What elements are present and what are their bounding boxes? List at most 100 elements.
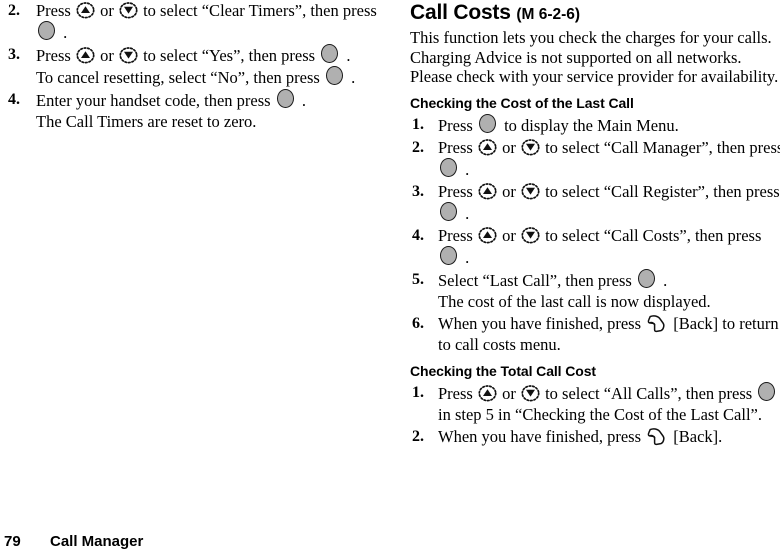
step-text: to select “Call Costs”, then press <box>540 225 762 245</box>
left-step-list: 2. Press or to select “Clear Timers”, the… <box>4 0 396 132</box>
step-item: 1. Press to display the Main Menu. <box>410 113 780 136</box>
page-title: Call Costs (M 6-2-6) <box>410 0 780 27</box>
select-key-body <box>440 157 457 177</box>
step-text: to select “All Calls”, then press <box>540 383 757 403</box>
intro-line: Please check with your service provider … <box>410 67 779 86</box>
step-text: Enter your handset code, then press <box>36 91 275 110</box>
step-text: Press <box>438 383 477 403</box>
select-key-body <box>276 89 294 108</box>
right-column: Call Costs (M 6-2-6) This function lets … <box>410 0 780 448</box>
nav-up-key-icon <box>76 47 95 64</box>
step-text: [Back]. <box>669 426 723 446</box>
step-text: When you have finished, press <box>438 426 646 446</box>
step-text: Press <box>438 181 477 201</box>
menu-reference: (M 6-2-6) <box>516 6 581 23</box>
left-column: 2. Press or to select “Clear Timers”, the… <box>4 0 396 133</box>
step-line: . <box>36 21 396 43</box>
select-key-icon <box>440 245 459 267</box>
select-key-body <box>478 113 496 133</box>
step-text: to select “Call Manager”, then press <box>540 137 780 157</box>
step-text: to select “Call Register”, then press <box>540 181 780 201</box>
step-number: 3. <box>412 182 424 200</box>
select-key-body <box>637 268 655 288</box>
select-key-icon <box>321 44 340 65</box>
step-text: to select “Yes”, then press <box>138 46 320 65</box>
step-number: 2. <box>412 427 424 445</box>
select-key-body <box>321 44 339 63</box>
step-line: Press or to select “Call Costs”, then pr… <box>438 225 780 246</box>
step-line: Press or to select “Yes”, then press . <box>36 44 396 66</box>
step-text: . <box>461 247 470 267</box>
step-number: 3. <box>8 46 20 63</box>
step-number: 5. <box>412 270 424 288</box>
section-heading: Checking the Total Call Cost <box>410 362 596 379</box>
manual-page: 2. Press or to select “Clear Timers”, the… <box>0 0 780 554</box>
step-item: 2. Press or to select “Call Manager”, the… <box>410 137 780 180</box>
step-item: 1. Press or to select “All Calls”, then p… <box>410 381 780 425</box>
section-heading: Checking the Cost of the Last Call <box>410 94 634 111</box>
soft-key-back-icon <box>647 314 667 333</box>
step-item: 3. Press or to select “Yes”, then press .… <box>4 44 396 88</box>
step-line: in step 5 in “Checking the Cost of the L… <box>438 404 780 425</box>
step-item: 4. Press or to select “Call Costs”, then … <box>410 225 780 268</box>
step-text: Press <box>438 225 477 245</box>
step-text: or <box>497 181 520 201</box>
step-number: 1. <box>412 115 424 133</box>
step-number: 2. <box>8 2 20 19</box>
step-text: Press <box>438 115 477 135</box>
nav-down-key-icon <box>521 138 540 156</box>
step-number: 4. <box>412 226 424 244</box>
step-text: The Call Timers are reset to zero. <box>36 112 257 131</box>
step-text: Press <box>36 46 75 65</box>
select-key-body <box>440 201 457 221</box>
select-key-body <box>440 245 457 265</box>
select-key-icon <box>758 381 777 403</box>
select-key-icon <box>478 113 498 135</box>
step-text: . <box>59 23 68 42</box>
page-footer: 79 Call Manager <box>0 530 780 554</box>
footer-page-number: 79 <box>4 533 21 550</box>
step-item: 4. Enter your handset code, then press .T… <box>4 89 396 132</box>
nav-up-key-icon <box>76 2 95 19</box>
step-line: The Call Timers are reset to zero. <box>36 111 396 132</box>
step-text: to select “Clear Timers”, then press <box>138 1 377 20</box>
select-key-icon <box>637 268 657 290</box>
step-item: 5. Select “Last Call”, then press . The co… <box>410 268 780 312</box>
sections-container: Checking the Cost of the Last Call 1. Pres… <box>410 94 780 447</box>
page-title-text: Call Costs <box>410 1 511 24</box>
nav-down-key-icon <box>119 47 138 64</box>
step-number: 1. <box>412 383 424 401</box>
footer-section-title: Call Manager <box>50 533 144 550</box>
step-number: 2. <box>412 138 424 156</box>
step-text: The cost of the last call is now display… <box>438 291 711 311</box>
select-key-icon <box>276 89 296 110</box>
select-key-icon <box>440 201 459 223</box>
nav-down-key-icon <box>521 384 540 402</box>
step-line: When you have finished, press [Back]. <box>438 426 780 447</box>
step-text: Select “Last Call”, then press <box>438 270 636 290</box>
step-text: or <box>95 1 118 20</box>
step-item: 3. Press or to select “Call Register”, th… <box>410 181 780 224</box>
select-key-body <box>325 66 343 85</box>
step-line: To cancel resetting, select “No”, then p… <box>36 66 396 88</box>
step-text: When you have finished, press <box>438 313 646 333</box>
step-line: Select “Last Call”, then press . <box>438 268 780 291</box>
step-text: . <box>342 46 351 65</box>
step-text: in step 5 in “Checking the Cost of the L… <box>438 404 762 424</box>
step-text: or <box>95 46 118 65</box>
step-text: to display the Main Menu. <box>499 115 679 135</box>
section-step-list: 1. Press to display the Main Menu. 2. Press… <box>410 113 780 355</box>
step-text: . <box>346 68 356 87</box>
step-text: . <box>658 270 668 290</box>
step-line: Press or to select “Clear Timers”, then … <box>36 0 396 21</box>
step-text: Press <box>36 1 75 20</box>
step-line: The cost of the last call is now display… <box>438 291 780 312</box>
select-key-icon <box>325 66 345 87</box>
nav-down-key-icon <box>521 182 540 200</box>
step-line: Enter your handset code, then press . <box>36 89 396 111</box>
step-line: Press or to select “All Calls”, then pre… <box>438 381 780 404</box>
select-key-body <box>38 21 55 40</box>
intro-paragraph: This function lets you check the charges… <box>410 28 780 87</box>
step-text: or <box>497 137 520 157</box>
step-number: 6. <box>412 314 424 332</box>
